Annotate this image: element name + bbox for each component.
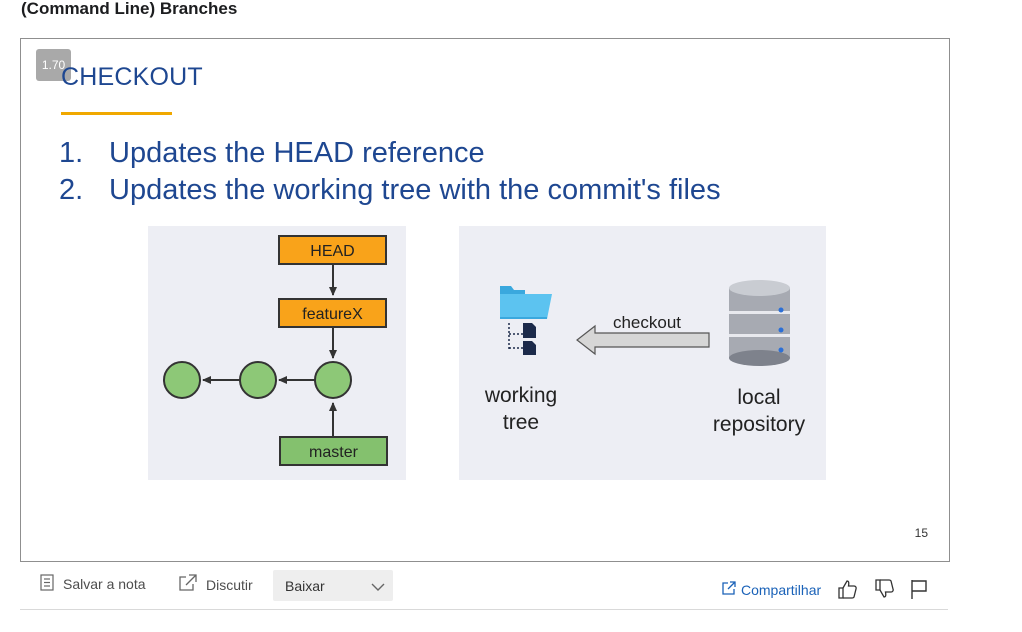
thumbs-down-icon [875,579,894,598]
slide-heading: CHECKOUT [61,63,203,91]
featurex-ref-box: featureX [278,298,387,328]
folder-icon [500,286,552,355]
repo-label-line1: local [737,386,780,409]
page-title: (Command Line) Branches [21,0,238,18]
external-link-icon [178,574,197,595]
bullet-item: 2. Updates the working tree with the comm… [59,172,721,209]
download-select-value: Baixar [285,578,325,594]
bullet-number: 2. [59,174,84,206]
bullet-list: 1. Updates the HEAD reference 2. Updates t… [59,135,721,209]
lecture-toolbar: Salvar a nota Discutir Baixar Compartilh… [20,565,948,610]
repo-label-line2: repository [713,413,806,436]
checkout-arrow-label: checkout [613,313,681,332]
thumbs-up-button[interactable] [836,578,858,600]
thumbs-up-icon [838,580,857,599]
slide-frame: 1.70 CHECKOUT 1. Updates the HEAD referen… [20,38,950,562]
database-icon [729,280,790,366]
branch-diagram-panel: HEAD featureX master [148,226,406,480]
download-select[interactable]: Baixar [273,570,393,601]
featurex-label: featureX [302,306,363,323]
working-tree-label-line2: tree [503,411,539,434]
save-note-button[interactable]: Salvar a nota [40,574,146,594]
head-label: HEAD [310,243,354,260]
branch-diagram: HEAD featureX master [163,235,388,466]
bullet-text: Updates the working tree with the commit… [109,174,721,206]
discuss-button[interactable]: Discutir [178,574,253,595]
share-button[interactable]: Compartilhar [722,581,821,598]
chevron-down-icon [371,579,385,597]
commit-node [314,361,352,399]
flag-button[interactable] [908,578,930,600]
share-icon [722,581,736,598]
working-tree-label-line1: working [484,384,557,407]
flag-icon [911,580,927,599]
bullet-text: Updates the HEAD reference [109,137,485,169]
thumbs-down-button[interactable] [873,578,895,600]
share-label: Compartilhar [741,581,822,598]
checkout-diagram: checkout working tree local repository [484,280,806,436]
checkout-diagram-panel: checkout working tree local repository [459,226,826,480]
master-label: master [309,444,359,461]
master-ref-box: master [279,436,388,466]
note-icon [40,574,54,594]
commit-node [239,361,277,399]
head-ref-box: HEAD [278,235,387,265]
heading-underline [61,112,172,115]
bullet-item: 1. Updates the HEAD reference [59,135,721,172]
discuss-label: Discutir [206,576,253,593]
slide-number: 15 [914,526,928,540]
checkout-arrow: checkout [576,313,710,356]
bullet-number: 1. [59,137,84,169]
save-note-label: Salvar a nota [63,576,146,592]
commit-node [163,361,201,399]
